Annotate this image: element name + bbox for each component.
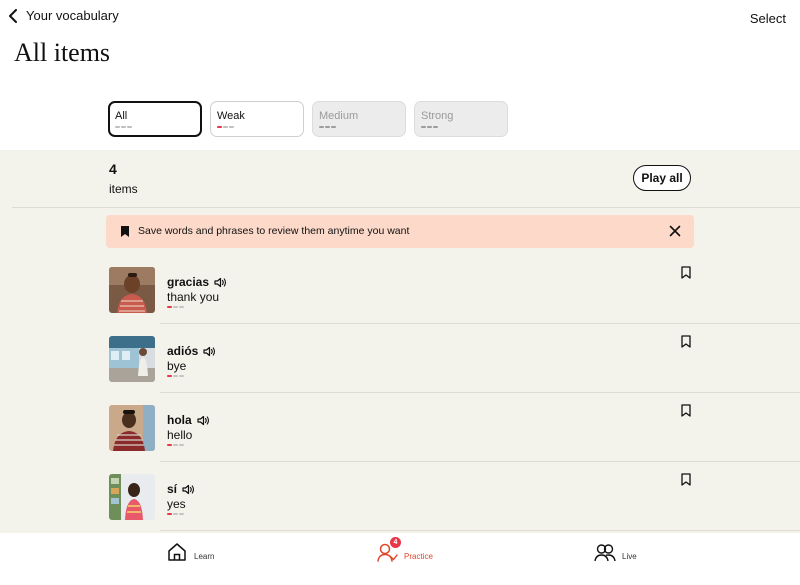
word-line: gracias (167, 275, 227, 289)
translation-text: thank you (167, 290, 220, 304)
speaker-icon[interactable] (214, 277, 227, 288)
word-text: gracias (167, 275, 210, 289)
nav-practice-label: Practice (404, 552, 433, 561)
nav-practice[interactable]: 4 Practice (376, 537, 433, 563)
home-icon (168, 543, 186, 561)
strength-indicator (167, 375, 184, 377)
nav-live-label: Live (622, 552, 637, 561)
speaker-icon[interactable] (203, 346, 216, 357)
list-item[interactable]: adiós bye (0, 324, 800, 393)
strength-filters: All Weak Medium Strong (108, 101, 508, 137)
filter-strong: Strong (414, 101, 508, 137)
word-line: hola (167, 413, 210, 427)
filter-medium-label: Medium (319, 110, 359, 122)
list-item[interactable]: hola hello (0, 393, 800, 462)
strength-indicator (115, 126, 195, 128)
translation-text: bye (167, 359, 187, 373)
page-title: All items (14, 38, 111, 67)
word-line: sí (167, 482, 195, 496)
word-text: sí (167, 482, 178, 496)
filter-all[interactable]: All (108, 101, 202, 137)
back-button[interactable]: Your vocabulary (8, 8, 119, 23)
live-icon (594, 544, 616, 562)
list-item[interactable]: gracias thank you (0, 255, 800, 324)
nav-learn[interactable]: Learn (166, 541, 214, 563)
strength-indicator (167, 513, 184, 515)
bookmark-icon[interactable] (681, 473, 691, 486)
select-button[interactable]: Select (750, 11, 786, 26)
strength-indicator (319, 126, 399, 128)
strength-indicator (217, 126, 297, 128)
practice-badge: 4 (390, 537, 401, 548)
nav-live[interactable]: Live (594, 541, 637, 563)
nav-learn-label: Learn (194, 552, 215, 561)
vocabulary-list: gracias thank you adiós bye hola hello s… (0, 255, 800, 531)
word-image (109, 336, 155, 382)
word-image (109, 405, 155, 451)
filter-strong-label: Strong (421, 110, 454, 122)
bookmark-icon[interactable] (681, 266, 691, 279)
translation-text: hello (167, 428, 193, 442)
divider (12, 207, 800, 208)
banner-text: Save words and phrases to review them an… (138, 225, 410, 237)
filter-weak-label: Weak (217, 110, 245, 122)
list-item[interactable]: sí yes (0, 462, 800, 531)
strength-indicator (167, 444, 184, 446)
info-banner: Save words and phrases to review them an… (106, 215, 694, 248)
strength-indicator (421, 126, 501, 128)
word-text: adiós (167, 344, 199, 358)
speaker-icon[interactable] (182, 484, 195, 495)
word-text: hola (167, 413, 192, 427)
bottom-nav: Learn 4 Practice Live (0, 533, 800, 585)
vocabulary-panel: 4 items Play all Save words and phrases … (0, 150, 800, 533)
top-bar: Your vocabulary Select (0, 0, 800, 36)
item-count: 4 (109, 161, 117, 177)
word-line: adiós (167, 344, 216, 358)
speaker-icon[interactable] (197, 415, 210, 426)
filter-weak[interactable]: Weak (210, 101, 304, 137)
bookmark-icon[interactable] (681, 335, 691, 348)
item-count-label: items (109, 182, 138, 196)
bookmark-icon (121, 226, 129, 237)
filter-medium: Medium (312, 101, 406, 137)
divider (160, 530, 800, 531)
word-image (109, 267, 155, 313)
play-all-button[interactable]: Play all (633, 165, 691, 191)
bookmark-icon[interactable] (681, 404, 691, 417)
close-icon[interactable] (669, 225, 681, 237)
word-image (109, 474, 155, 520)
strength-indicator (167, 306, 184, 308)
chevron-left-icon (9, 8, 17, 23)
filter-all-label: All (115, 110, 128, 122)
back-label: Your vocabulary (26, 8, 119, 23)
translation-text: yes (167, 497, 186, 511)
